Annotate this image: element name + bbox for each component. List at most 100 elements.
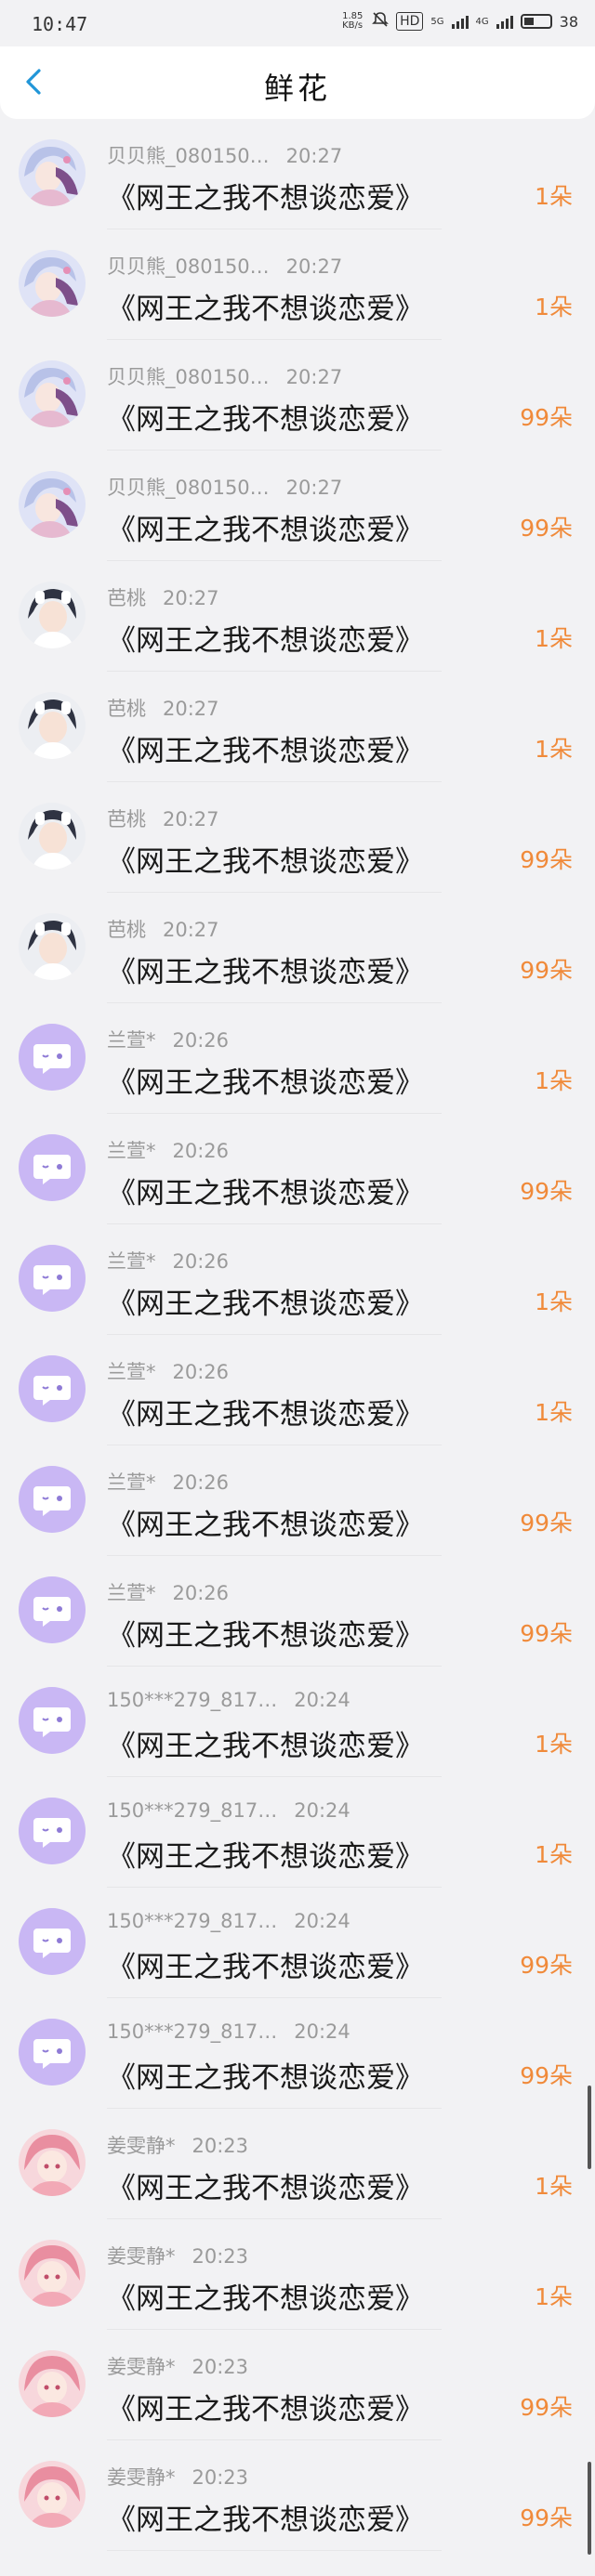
- avatar[interactable]: [19, 803, 86, 870]
- sender-meta: 芭桃 20:27: [107, 694, 219, 722]
- send-time: 20:26: [172, 1582, 230, 1604]
- network-speed: 1.85 KB/s: [342, 11, 364, 31]
- list-item[interactable]: 兰萱* 20:26 《网王之我不想谈恋爱》 99朵: [0, 1114, 595, 1224]
- sender-name: 芭桃: [107, 808, 146, 830]
- list-item[interactable]: 姜雯静* 20:23 《网王之我不想谈恋爱》 99朵: [0, 2440, 595, 2551]
- sender-meta: 兰萱* 20:26: [107, 1247, 229, 1275]
- avatar[interactable]: [19, 1355, 86, 1422]
- sender-meta: 姜雯静* 20:23: [107, 2131, 248, 2159]
- avatar[interactable]: [19, 2240, 86, 2307]
- sender-name: 贝贝熊_080150…: [107, 255, 270, 278]
- list-item[interactable]: 兰萱* 20:26 《网王之我不想谈恋爱》 99朵: [0, 1445, 595, 1556]
- flower-count: 99朵: [520, 1510, 573, 1536]
- list-item[interactable]: 兰萱* 20:26 《网王之我不想谈恋爱》 1朵: [0, 1335, 595, 1445]
- sender-name: 150***279_817…: [107, 2020, 278, 2043]
- flower-count: 99朵: [520, 846, 573, 873]
- book-title: 《网王之我不想谈恋爱》: [107, 1840, 424, 1874]
- avatar[interactable]: [19, 471, 86, 538]
- list-item[interactable]: 150***279_817… 20:24 《网王之我不想谈恋爱》 1朵: [0, 1777, 595, 1888]
- list-item[interactable]: 姜雯静* 20:23 《网王之我不想谈恋爱》 1朵: [0, 2109, 595, 2219]
- send-time: 20:23: [192, 2356, 249, 2378]
- flower-count: 99朵: [520, 2504, 573, 2531]
- avatar[interactable]: [19, 250, 86, 317]
- avatar[interactable]: [19, 582, 86, 648]
- avatar[interactable]: [19, 139, 86, 206]
- list-item[interactable]: 贝贝熊_080150… 20:27 《网王之我不想谈恋爱》 1朵: [0, 119, 595, 229]
- book-title: 《网王之我不想谈恋爱》: [107, 1066, 424, 1100]
- page-title: 鲜花: [263, 71, 331, 106]
- status-icons: 1.85 KB/s HD 5G 4G 38: [342, 11, 578, 32]
- sender-meta: 芭桃 20:27: [107, 804, 219, 832]
- flower-count: 99朵: [520, 957, 573, 984]
- avatar[interactable]: [19, 1908, 86, 1975]
- avatar[interactable]: [19, 1687, 86, 1754]
- avatar[interactable]: [19, 2129, 86, 2196]
- book-title: 《网王之我不想谈恋爱》: [107, 182, 424, 216]
- nav-bar: 鲜花: [0, 46, 595, 119]
- avatar[interactable]: [19, 2350, 86, 2417]
- list-item[interactable]: 芭桃 20:27 《网王之我不想谈恋爱》 1朵: [0, 672, 595, 782]
- list-item[interactable]: 芭桃 20:27 《网王之我不想谈恋爱》 99朵: [0, 893, 595, 1003]
- avatar[interactable]: [19, 692, 86, 759]
- flower-count: 99朵: [520, 1178, 573, 1205]
- sender-name: 兰萱*: [107, 1029, 156, 1052]
- list-item[interactable]: 芭桃 20:27 《网王之我不想谈恋爱》 1朵: [0, 561, 595, 672]
- signal-icon: [451, 14, 469, 29]
- sender-name: 贝贝熊_080150…: [107, 477, 270, 499]
- avatar[interactable]: [19, 1576, 86, 1643]
- flower-count: 1朵: [535, 1841, 573, 1868]
- send-time: 20:24: [294, 2020, 350, 2043]
- sender-meta: 贝贝熊_080150… 20:27: [107, 473, 342, 501]
- list-item[interactable]: 150***279_817… 20:24 《网王之我不想谈恋爱》 99朵: [0, 1998, 595, 2109]
- avatar[interactable]: [19, 1134, 86, 1201]
- flower-count: 1朵: [535, 294, 573, 320]
- avatar[interactable]: [19, 1024, 86, 1091]
- sender-name: 芭桃: [107, 587, 146, 609]
- list-item[interactable]: 贝贝熊_080150… 20:27 《网王之我不想谈恋爱》 1朵: [0, 229, 595, 340]
- list-item[interactable]: 150***279_817… 20:24 《网王之我不想谈恋爱》 1朵: [0, 1667, 595, 1777]
- flower-count: 99朵: [520, 2394, 573, 2421]
- avatar[interactable]: [19, 1798, 86, 1864]
- send-time: 20:26: [172, 1471, 230, 1494]
- flower-count: 99朵: [520, 404, 573, 431]
- list-item[interactable]: 150***279_817… 20:24 《网王之我不想谈恋爱》 99朵: [0, 1888, 595, 1998]
- list-item[interactable]: 姜雯静* 20:23 《网王之我不想谈恋爱》 99朵: [0, 2330, 595, 2440]
- clock: 10:47: [32, 13, 88, 35]
- send-time: 20:27: [163, 587, 219, 609]
- avatar[interactable]: [19, 2019, 86, 2086]
- sender-name: 兰萱*: [107, 1471, 156, 1494]
- sender-name: 贝贝熊_080150…: [107, 145, 270, 167]
- sender-name: 150***279_817…: [107, 1910, 278, 1932]
- sender-meta: 贝贝熊_080150… 20:27: [107, 141, 342, 169]
- avatar[interactable]: [19, 1245, 86, 1312]
- avatar[interactable]: [19, 1466, 86, 1533]
- send-time: 20:26: [172, 1250, 230, 1273]
- list-item[interactable]: 芭桃 20:27 《网王之我不想谈恋爱》 99朵: [0, 782, 595, 893]
- book-title: 《网王之我不想谈恋爱》: [107, 403, 424, 437]
- battery-level: 38: [559, 12, 578, 31]
- list-item[interactable]: 兰萱* 20:26 《网王之我不想谈恋爱》 1朵: [0, 1224, 595, 1335]
- avatar[interactable]: [19, 2461, 86, 2528]
- list-item[interactable]: 兰萱* 20:26 《网王之我不想谈恋爱》 1朵: [0, 1003, 595, 1114]
- send-time: 20:27: [285, 477, 343, 499]
- list-item[interactable]: 兰萱* 20:26 《网王之我不想谈恋爱》 99朵: [0, 1556, 595, 1667]
- book-title: 《网王之我不想谈恋爱》: [107, 845, 424, 879]
- scrollbar-thumb[interactable]: [588, 2462, 591, 2555]
- avatar[interactable]: [19, 913, 86, 980]
- send-time: 20:27: [163, 698, 219, 720]
- sender-name: 姜雯静*: [107, 2245, 176, 2268]
- scrollbar[interactable]: [588, 2086, 591, 2169]
- avatar[interactable]: [19, 360, 86, 427]
- list-item[interactable]: 贝贝熊_080150… 20:27 《网王之我不想谈恋爱》 99朵: [0, 451, 595, 561]
- divider: [107, 2550, 442, 2551]
- book-title: 《网王之我不想谈恋爱》: [107, 735, 424, 768]
- flower-count: 1朵: [535, 2283, 573, 2310]
- sender-meta: 姜雯静* 20:23: [107, 2352, 248, 2380]
- send-time: 20:26: [172, 1140, 230, 1162]
- sender-name: 贝贝熊_080150…: [107, 366, 270, 388]
- sender-name: 兰萱*: [107, 1250, 156, 1273]
- sender-name: 150***279_817…: [107, 1799, 278, 1822]
- book-title: 《网王之我不想谈恋爱》: [107, 1730, 424, 1763]
- list-item[interactable]: 贝贝熊_080150… 20:27 《网王之我不想谈恋爱》 99朵: [0, 340, 595, 451]
- list-item[interactable]: 姜雯静* 20:23 《网王之我不想谈恋爱》 1朵: [0, 2219, 595, 2330]
